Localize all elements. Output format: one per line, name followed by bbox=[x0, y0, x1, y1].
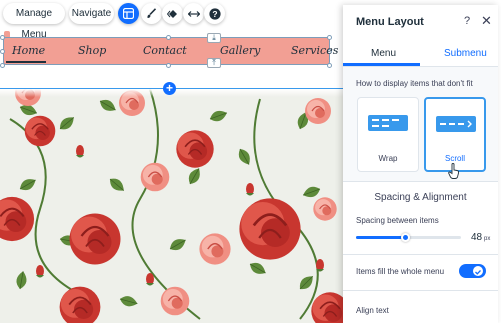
divider bbox=[343, 290, 498, 291]
panel-title: Menu Layout bbox=[356, 16, 424, 28]
menu-item-contact[interactable]: Contact bbox=[143, 44, 187, 57]
checkmark-icon bbox=[475, 270, 481, 275]
panel-help-icon[interactable]: ? bbox=[464, 15, 470, 27]
option-wrap[interactable]: Wrap bbox=[357, 97, 419, 172]
resize-handle[interactable] bbox=[327, 35, 332, 40]
design-button[interactable] bbox=[141, 3, 162, 24]
animation-button[interactable] bbox=[162, 3, 183, 24]
selected-tab-indicator bbox=[343, 63, 420, 66]
resize-handle[interactable] bbox=[0, 35, 5, 40]
option-scroll[interactable]: Scroll bbox=[424, 97, 486, 172]
option-scroll-label: Scroll bbox=[444, 154, 465, 163]
scroll-layout-icon bbox=[436, 116, 476, 132]
align-text-label: Align text bbox=[356, 306, 389, 315]
menu-layout-panel: Menu Layout ? ✕ Menu Submenu How to disp… bbox=[343, 5, 498, 323]
menu-item-home[interactable]: Home bbox=[12, 44, 45, 57]
animation-icon bbox=[166, 9, 177, 18]
fill-menu-label: Items fill the whole menu bbox=[356, 267, 445, 276]
menu-item-shop[interactable]: Shop bbox=[78, 44, 106, 57]
panel-close-icon[interactable]: ✕ bbox=[481, 13, 492, 29]
fill-menu-toggle[interactable] bbox=[459, 264, 486, 278]
spacing-slider-thumb[interactable] bbox=[401, 233, 410, 242]
layout-button[interactable] bbox=[118, 3, 139, 24]
divider bbox=[343, 254, 498, 255]
stretch-button[interactable] bbox=[183, 3, 204, 24]
bottom-drag-handle-icon[interactable]: ⤒ bbox=[207, 58, 221, 68]
spacing-slider-fill bbox=[356, 236, 406, 239]
active-item-underline bbox=[6, 61, 46, 63]
help-button[interactable]: ? bbox=[204, 3, 225, 24]
hand-cursor-icon bbox=[448, 163, 460, 179]
menu-item-services[interactable]: Services bbox=[291, 44, 338, 57]
overflow-label: How to display items that don't fit bbox=[356, 79, 473, 88]
stretch-icon bbox=[187, 10, 200, 17]
divider bbox=[343, 181, 498, 182]
wrap-layout-icon bbox=[368, 115, 408, 131]
resize-handle[interactable] bbox=[0, 49, 5, 54]
manage-menu-button[interactable]: Manage Menu bbox=[3, 3, 65, 40]
tab-menu[interactable]: Menu bbox=[371, 48, 396, 59]
spacing-unit: px bbox=[484, 236, 491, 242]
editor-canvas[interactable]: + Manage Menu Navigate ? ⤓ ⤒ Home Shop C… bbox=[0, 0, 343, 323]
menu-item-gallery[interactable]: Gallery bbox=[220, 44, 260, 57]
spacing-value[interactable]: 48 bbox=[471, 232, 482, 243]
svg-text:?: ? bbox=[212, 9, 217, 19]
top-drag-handle-icon[interactable]: ⤓ bbox=[207, 33, 221, 43]
resize-handle[interactable] bbox=[0, 63, 5, 68]
option-wrap-label: Wrap bbox=[378, 154, 398, 163]
tab-submenu[interactable]: Submenu bbox=[444, 48, 487, 59]
navigate-button[interactable]: Navigate bbox=[69, 3, 114, 24]
floral-background-image bbox=[0, 89, 343, 323]
resize-handle[interactable] bbox=[327, 63, 332, 68]
resize-handle[interactable] bbox=[166, 35, 171, 40]
toggle-knob bbox=[473, 266, 483, 276]
spacing-alignment-heading: Spacing & Alignment bbox=[374, 192, 467, 203]
spacing-label: Spacing between items bbox=[356, 216, 439, 225]
help-icon: ? bbox=[208, 7, 221, 20]
add-section-button[interactable]: + bbox=[163, 82, 176, 95]
panel-header: Menu Layout ? ✕ bbox=[343, 5, 498, 35]
paint-brush-icon bbox=[147, 8, 157, 18]
resize-handle[interactable] bbox=[166, 63, 171, 68]
layout-icon bbox=[123, 8, 134, 19]
